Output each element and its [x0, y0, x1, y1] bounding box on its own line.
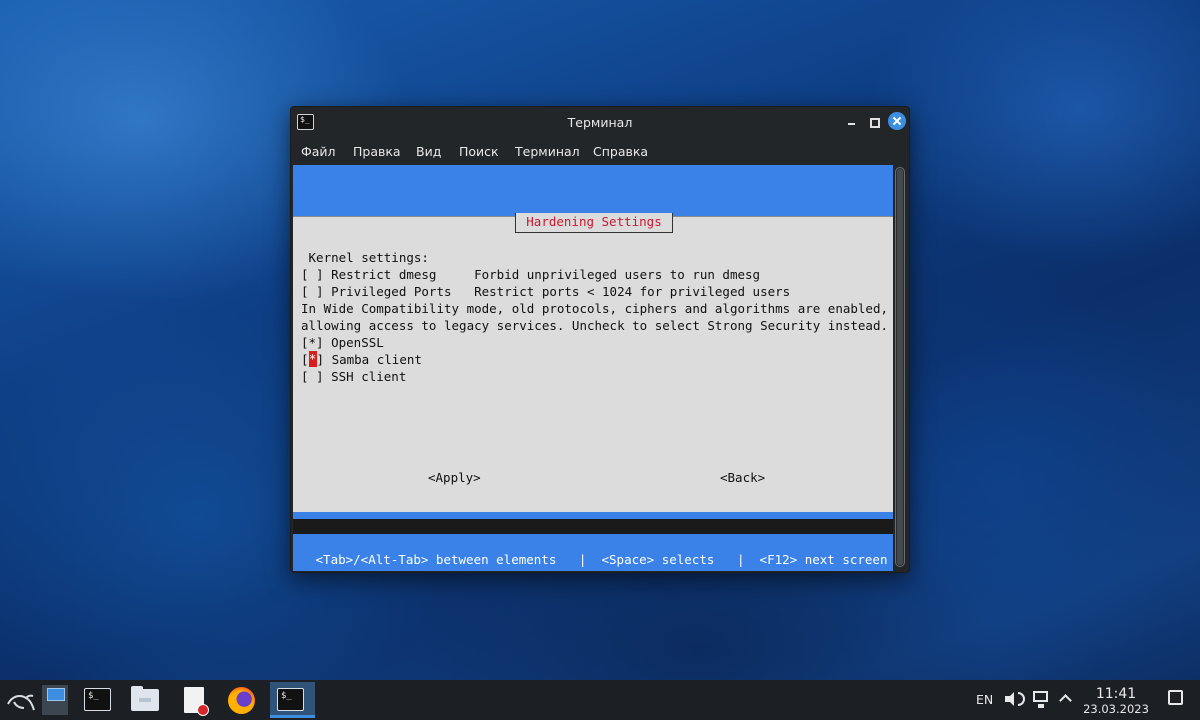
menu-search[interactable]: Поиск	[459, 144, 499, 159]
samba-label: ] Samba client	[316, 352, 422, 367]
menu-view[interactable]: Вид	[416, 144, 441, 159]
maximize-icon[interactable]	[865, 113, 883, 131]
title-bar[interactable]: $_ Терминал	[291, 107, 909, 137]
terminal-icon: $_	[277, 688, 304, 711]
taskbar-firefox[interactable]	[222, 682, 262, 718]
minimize-icon[interactable]	[843, 113, 861, 131]
menu-edit[interactable]: Правка	[353, 144, 401, 159]
scrollbar-thumb[interactable]	[897, 169, 903, 565]
show-desktop-icon[interactable]	[1168, 690, 1183, 705]
close-icon[interactable]	[888, 112, 906, 130]
dialog-title: Hardening Settings	[515, 213, 673, 233]
network-icon[interactable]	[1033, 691, 1048, 708]
terminal-scrollbar[interactable]	[895, 167, 905, 567]
menu-bar: Файл Правка Вид Поиск Терминал Справка	[291, 141, 909, 163]
kernel-settings-header: Kernel settings:	[301, 250, 429, 265]
wide-compat-note-line1: In Wide Compatibility mode, old protocol…	[301, 301, 888, 316]
samba-checkbox-cursor[interactable]: *	[308, 351, 317, 367]
menu-help[interactable]: Справка	[593, 144, 648, 159]
samba-bracket-open: [	[301, 352, 309, 367]
terminal-icon: $_	[84, 688, 111, 711]
taskbar-text-editor[interactable]	[173, 682, 213, 718]
clock-date[interactable]: 23.03.2023	[1082, 702, 1150, 716]
terminal-screen[interactable]: Hardening Settings Kernel settings: [ ] …	[293, 165, 893, 571]
taskbar-terminal-active[interactable]: $_	[270, 682, 315, 718]
edit-badge-icon	[197, 704, 209, 716]
clock-time[interactable]: 11:41	[1086, 686, 1146, 702]
application-menu-button[interactable]	[2, 682, 42, 718]
terminal-window: $_ Терминал Файл Правка Вид Поиск Термин…	[290, 106, 910, 573]
folder-icon	[131, 686, 159, 711]
taskbar-terminal-launcher[interactable]: $_	[77, 682, 117, 718]
help-statusline: <Tab>/<Alt-Tab> between elements | <Spac…	[308, 552, 888, 567]
keyboard-layout-indicator[interactable]: EN	[976, 692, 993, 707]
back-button[interactable]: <Back>	[720, 470, 765, 485]
wide-compat-note-line2: allowing access to legacy services. Unch…	[301, 318, 888, 333]
checkbox-samba-client[interactable]: [*] Samba client	[301, 351, 422, 368]
checkbox-ssh-client[interactable]: [ ] SSH client	[301, 368, 406, 385]
menu-file[interactable]: Файл	[301, 144, 336, 159]
checkbox-openssl[interactable]: [*] OpenSSL	[301, 334, 384, 351]
checkbox-privileged-ports[interactable]: [ ] Privileged Ports Restrict ports < 10…	[301, 283, 790, 300]
checkbox-restrict-dmesg[interactable]: [ ] Restrict dmesg Forbid unprivileged u…	[301, 266, 760, 283]
window-title: Терминал	[567, 115, 633, 130]
hardening-dialog: Hardening Settings Kernel settings: [ ] …	[293, 213, 893, 512]
kali-dragon-icon	[6, 690, 36, 712]
firefox-icon	[228, 687, 255, 714]
apply-button[interactable]: <Apply>	[428, 470, 481, 485]
show-desktop-pager-icon[interactable]	[42, 685, 68, 715]
menu-terminal[interactable]: Терминал	[515, 144, 580, 159]
dialog-shadow	[293, 519, 893, 534]
taskbar-file-manager[interactable]	[125, 682, 165, 718]
